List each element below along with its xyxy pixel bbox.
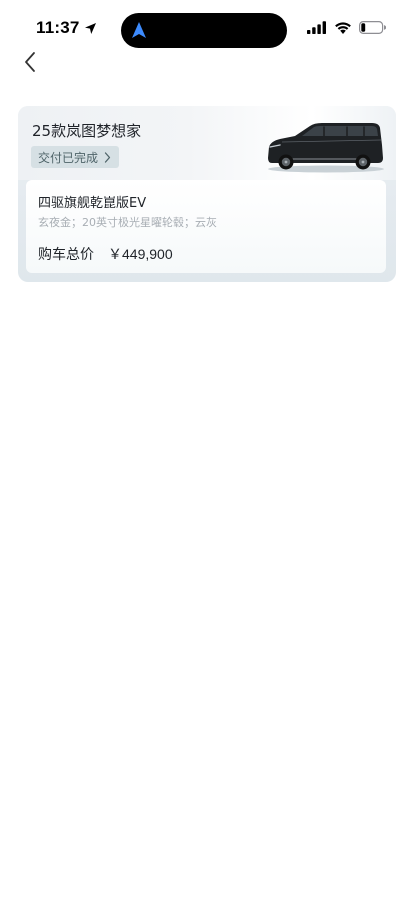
location-arrow-icon [84, 22, 97, 35]
price-value: ￥449,900 [108, 246, 173, 262]
status-time: 11:37 [36, 18, 80, 37]
battery-low-icon [359, 21, 386, 34]
car-image [268, 123, 384, 173]
cellular-signal-icon [307, 21, 327, 34]
chevron-left-icon [25, 52, 35, 72]
chevron-right-icon [104, 151, 111, 163]
price-label: 购车总价 [38, 247, 94, 263]
config-options: 玄夜金；20英寸极光星曜轮毂；云灰 [38, 216, 217, 229]
navigation-arrow-icon [131, 21, 147, 39]
model-title: 25款岚图梦想家 [32, 122, 142, 140]
delivery-status-tag[interactable]: 交付已完成 [31, 146, 120, 168]
wifi-icon [334, 21, 352, 34]
order-screen: 11:37 25款岚图梦想家 交付已完成 四驱旗舰乾崑版EV 玄夜金；20英寸极… [0, 0, 414, 900]
config-panel: 四驱旗舰乾崑版EV 玄夜金；20英寸极光星曜轮毂；云灰 购车总价 ￥449,90… [26, 180, 386, 273]
status-indicators [307, 21, 386, 34]
dynamic-island [121, 13, 287, 48]
back-button[interactable] [14, 46, 46, 78]
price-row: 购车总价 ￥449,900 [38, 244, 173, 264]
order-card[interactable]: 25款岚图梦想家 交付已完成 四驱旗舰乾崑版EV 玄夜金；20英寸极光星曜轮毂；… [18, 106, 396, 282]
status-bar: 11:37 [0, 0, 414, 54]
config-name: 四驱旗舰乾崑版EV [38, 196, 147, 211]
status-time-group: 11:37 [36, 18, 97, 38]
delivery-status-label: 交付已完成 [38, 150, 99, 165]
